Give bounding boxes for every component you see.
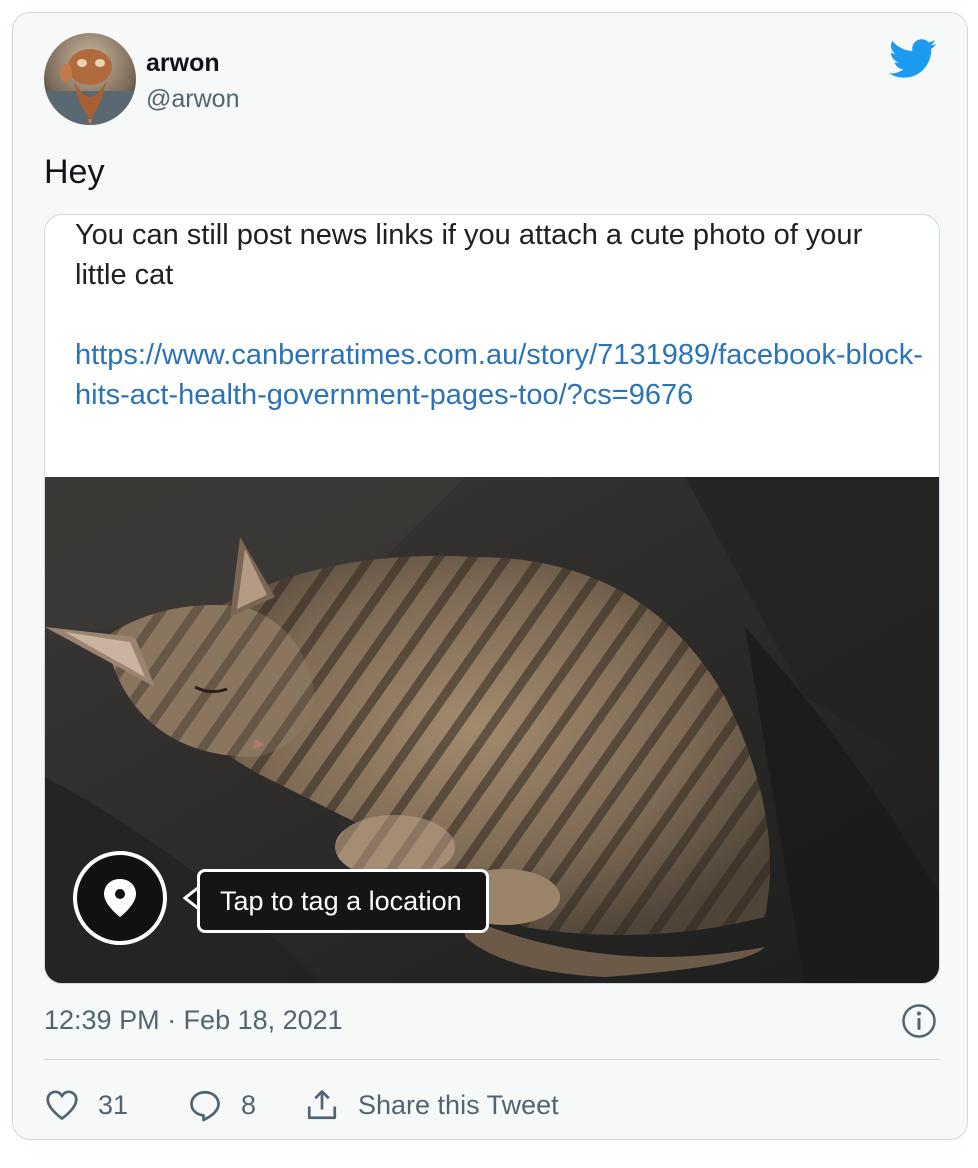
reply-icon bbox=[190, 1090, 220, 1122]
divider bbox=[44, 1059, 940, 1060]
location-tooltip[interactable]: Tap to tag a location bbox=[197, 869, 489, 933]
screenshot-link: https://www.canberratimes.com.au/story/7… bbox=[75, 339, 923, 411]
like-count: 31 bbox=[98, 1089, 129, 1120]
share-icon bbox=[307, 1090, 337, 1120]
info-icon[interactable] bbox=[901, 1003, 937, 1039]
cat-photo bbox=[45, 477, 939, 983]
twitter-bird-icon[interactable] bbox=[889, 39, 937, 79]
tweet-text: Hey bbox=[44, 153, 105, 191]
screenshot-caption: You can still post news links if you att… bbox=[75, 219, 863, 291]
heart-icon bbox=[46, 1090, 78, 1121]
reply-count: 8 bbox=[241, 1089, 257, 1120]
reply-button[interactable]: 8 bbox=[187, 1085, 256, 1125]
share-button[interactable]: Share this Tweet bbox=[304, 1085, 559, 1125]
tweet-card: arwon @arwon Hey You can still post news… bbox=[12, 12, 968, 1140]
avatar[interactable] bbox=[44, 33, 136, 125]
location-pin-button[interactable] bbox=[73, 851, 167, 945]
like-button[interactable]: 31 bbox=[44, 1085, 128, 1125]
tweet-timestamp[interactable]: 12:39 PM · Feb 18, 2021 bbox=[44, 1005, 343, 1036]
share-label: Share this Tweet bbox=[358, 1089, 559, 1120]
display-name[interactable]: arwon bbox=[146, 49, 220, 78]
location-pin-icon bbox=[104, 879, 136, 917]
handle[interactable]: @arwon bbox=[146, 85, 239, 114]
tweet-media[interactable]: You can still post news links if you att… bbox=[44, 214, 940, 984]
